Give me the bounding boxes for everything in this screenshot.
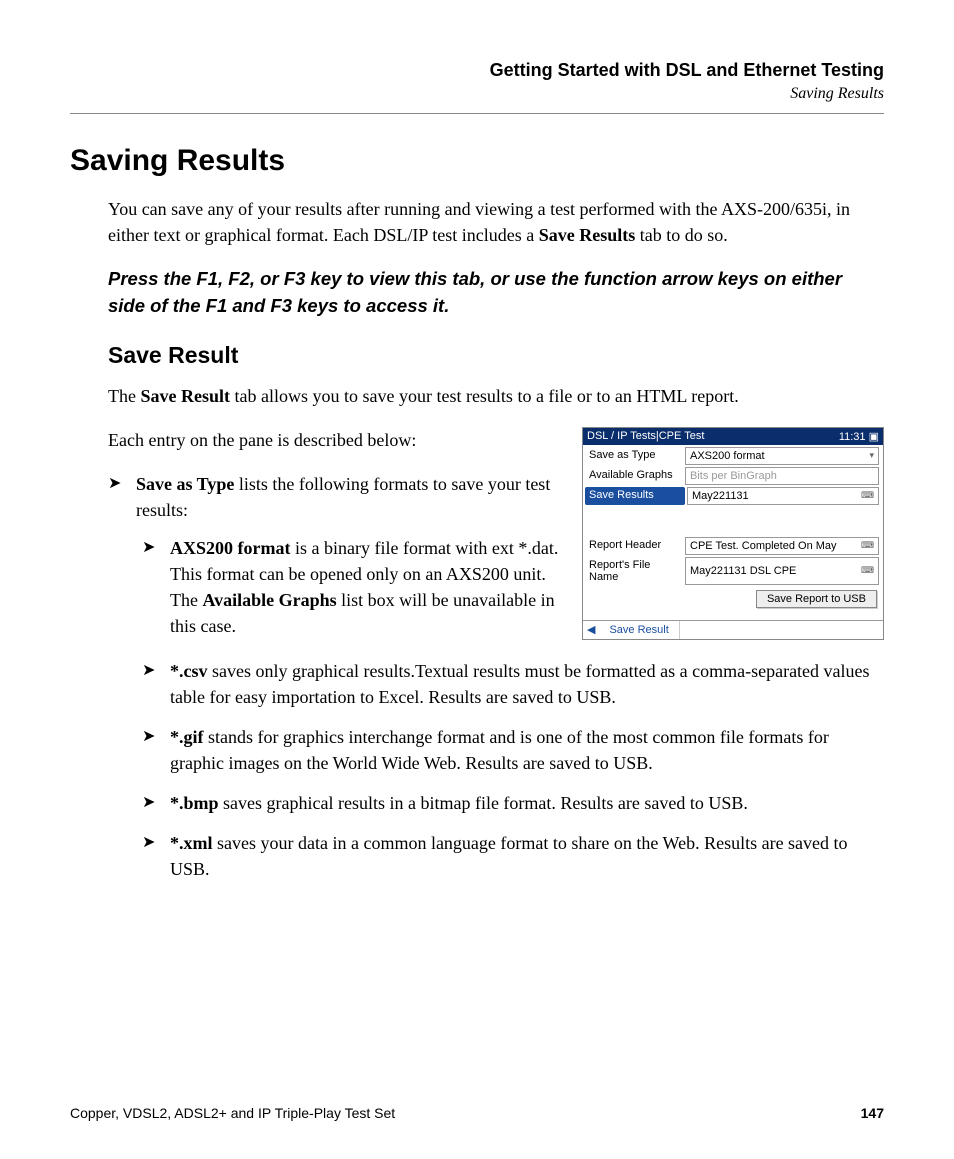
p1-pre: The [108, 386, 140, 406]
subsection-heading: Save Result [108, 342, 884, 369]
keyboard-icon: ⌨ [861, 490, 874, 501]
chapter-title: Getting Started with DSL and Ethernet Te… [70, 60, 884, 81]
field-value: Bits per BinGraph [690, 470, 777, 482]
li-text: saves your data in a common language for… [170, 833, 848, 879]
section-heading: Saving Results [70, 144, 884, 178]
field-label-report-file: Report's File Name [583, 556, 685, 586]
intro-post: tab to do so. [635, 225, 728, 245]
tab-scroll-left-icon[interactable]: ◀ [583, 621, 599, 638]
li-bold2: Available Graphs [202, 590, 336, 610]
li-bold: *.csv [170, 661, 208, 681]
input-report-header[interactable]: CPE Test. Completed On May ⌨ [685, 537, 879, 555]
field-value: May221131 [692, 490, 749, 502]
li-text: saves graphical results in a bitmap file… [219, 793, 748, 813]
list-item: AXS200 format is a binary file format wi… [142, 535, 564, 639]
dropdown-value: AXS200 format [690, 450, 765, 462]
subsection-p1: The Save Result tab allows you to save y… [108, 383, 884, 409]
field-available-graphs: Bits per BinGraph [685, 467, 879, 485]
list-item: Save as Type lists the following formats… [108, 471, 564, 640]
subsection-p2: Each entry on the pane is described belo… [108, 427, 564, 453]
p1-post: tab allows you to save your test results… [230, 386, 739, 406]
keyboard-icon: ⌨ [861, 540, 874, 551]
list-item: *.bmp saves graphical results in a bitma… [142, 790, 884, 816]
window-clock: 11:31 ▣ [839, 430, 879, 443]
li-text: saves only graphical results.Textual res… [170, 661, 870, 707]
dropdown-save-as-type[interactable]: AXS200 format ▾ [685, 447, 879, 465]
battery-icon: ▣ [869, 431, 879, 443]
list-item: *.csv saves only graphical results.Textu… [142, 658, 884, 710]
li-bold: Save as Type [136, 474, 234, 494]
note-paragraph: Press the F1, F2, or F3 key to view this… [108, 266, 884, 320]
page-number: 147 [861, 1105, 884, 1121]
intro-paragraph: You can save any of your results after r… [108, 196, 884, 248]
chevron-down-icon: ▾ [869, 450, 874, 461]
header-rule [70, 113, 884, 114]
window-titlebar: DSL / IP Tests|CPE Test 11:31 ▣ [583, 428, 883, 445]
input-report-file-name[interactable]: May221131 DSL CPE ⌨ [685, 557, 879, 585]
list-item: *.gif stands for graphics interchange fo… [142, 724, 884, 776]
embedded-screenshot: DSL / IP Tests|CPE Test 11:31 ▣ Save as … [582, 427, 884, 640]
save-report-button[interactable]: Save Report to USB [756, 590, 877, 608]
li-bold: *.gif [170, 727, 204, 747]
p1-bold: Save Result [140, 386, 230, 406]
field-value: CPE Test. Completed On May [690, 540, 837, 552]
footer-product: Copper, VDSL2, ADSL2+ and IP Triple-Play… [70, 1105, 395, 1121]
tab-save-result[interactable]: Save Result [599, 621, 679, 639]
keyboard-icon: ⌨ [861, 565, 874, 576]
field-label-save-results[interactable]: Save Results [585, 487, 685, 505]
li-bold: *.xml [170, 833, 213, 853]
field-label-report-header: Report Header [583, 536, 685, 556]
li-bold: *.bmp [170, 793, 219, 813]
chapter-breadcrumb: Saving Results [70, 85, 884, 103]
window-title: DSL / IP Tests|CPE Test [587, 430, 704, 442]
intro-pre: You can save any of your results after r… [108, 199, 850, 245]
input-save-results[interactable]: May221131 ⌨ [687, 487, 879, 505]
field-label-available-graphs: Available Graphs [583, 466, 685, 486]
li-text: stands for graphics interchange format a… [170, 727, 829, 773]
intro-bold: Save Results [539, 225, 636, 245]
field-label-save-as-type: Save as Type [583, 446, 685, 466]
field-value: May221131 DSL CPE [690, 565, 796, 577]
li-bold: AXS200 format [170, 538, 290, 558]
list-item: *.xml saves your data in a common langua… [142, 830, 884, 882]
